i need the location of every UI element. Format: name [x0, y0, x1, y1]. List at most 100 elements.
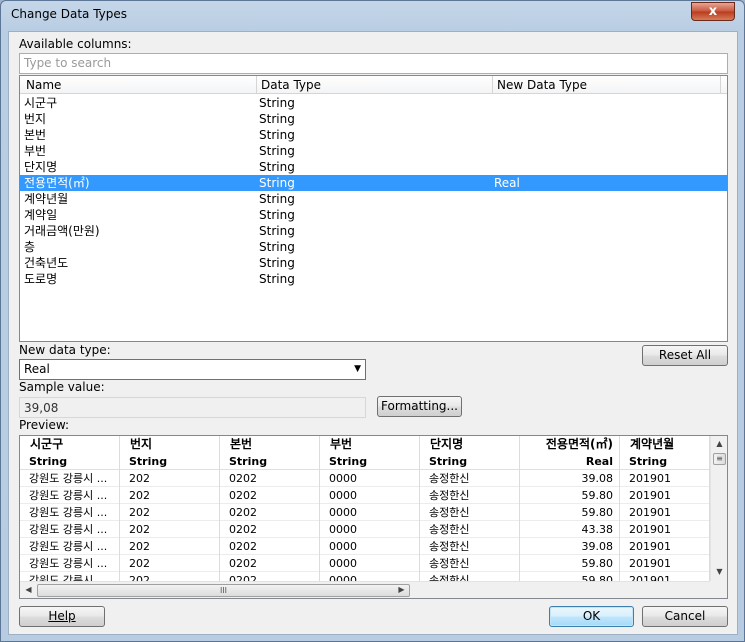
ok-button[interactable]: OK — [549, 606, 634, 627]
reset-all-button[interactable]: Reset All — [642, 345, 728, 366]
preview-cell: 59.80 — [520, 487, 620, 504]
window-title: Change Data Types — [11, 7, 128, 21]
column-row[interactable]: 층 String — [20, 239, 727, 255]
preview-header-cell[interactable]: 전용면적(㎡) — [520, 436, 620, 453]
column-row[interactable]: 계약일 String — [20, 207, 727, 223]
preview-cell: 202 — [120, 487, 220, 504]
column-row[interactable]: 단지명 String — [20, 159, 727, 175]
column-row[interactable]: 본번 String — [20, 127, 727, 143]
preview-cell: 201901 — [620, 538, 710, 555]
horizontal-scrollbar[interactable]: ◀ III ▶ — [20, 581, 710, 598]
column-row-type: String — [259, 192, 295, 206]
columns-list[interactable]: Name Data Type New Data Type 시군구 String 번지… — [19, 75, 728, 342]
preview-label: Preview: — [19, 418, 70, 432]
preview-cell: 201901 — [620, 504, 710, 521]
preview-cell: 0000 — [320, 504, 420, 521]
new-data-type-value: Real — [24, 362, 50, 376]
preview-cell: 0000 — [320, 538, 420, 555]
preview-cell: 39.08 — [520, 470, 620, 487]
header-name[interactable]: Name — [26, 78, 61, 94]
header-new-data-type[interactable]: New Data Type — [497, 78, 587, 94]
columns-header: Name Data Type New Data Type — [20, 76, 727, 94]
column-row-name: 시군구 — [24, 96, 58, 110]
column-row-type: String — [259, 240, 295, 254]
preview-row: 강원도 강릉시 ... 202 0202 0000 송정한신 39.08 201901 — [20, 538, 710, 555]
preview-cell: 0000 — [320, 470, 420, 487]
preview-cell: 201901 — [620, 555, 710, 572]
preview-header-cell[interactable]: 계약년월 — [620, 436, 710, 453]
preview-cell: 강원도 강릉시 ... — [20, 470, 120, 487]
preview-cell: 송정한신 — [420, 487, 520, 504]
header-data-type[interactable]: Data Type — [261, 78, 321, 94]
preview-cell: 0202 — [220, 521, 320, 538]
preview-cell: 강원도 강릉시 ... — [20, 538, 120, 555]
preview-cell: 0202 — [220, 538, 320, 555]
preview-cell: 0202 — [220, 504, 320, 521]
cancel-button[interactable]: Cancel — [642, 606, 728, 627]
preview-cell: 강원도 강릉시 ... — [20, 504, 120, 521]
chevron-down-icon: ▼ — [354, 364, 361, 374]
preview-cell: 0202 — [220, 555, 320, 572]
preview-header-cell[interactable]: 시군구 — [20, 436, 120, 453]
new-data-type-select[interactable]: Real ▼ — [19, 359, 366, 380]
column-row[interactable]: 계약년월 String — [20, 191, 727, 207]
preview-cell: 202 — [120, 504, 220, 521]
column-row[interactable]: 도로명 String — [20, 271, 727, 287]
search-input[interactable]: Type to search — [19, 53, 728, 74]
column-row-type: String — [259, 256, 295, 270]
preview-header-cell[interactable]: 번지 — [120, 436, 220, 453]
title-bar[interactable]: Change Data Types x — [1, 1, 744, 31]
preview-type-cell: String — [620, 453, 710, 470]
column-row-name: 계약일 — [24, 208, 58, 222]
column-row-type: String — [259, 208, 295, 222]
column-row[interactable]: 시군구 String — [20, 95, 727, 111]
preview-header-cell[interactable]: 부번 — [320, 436, 420, 453]
scroll-left-icon[interactable]: ◀ — [20, 585, 37, 594]
help-button[interactable]: Help — [19, 606, 105, 627]
preview-cell: 0202 — [220, 470, 320, 487]
preview-type-cell: Real — [520, 453, 620, 470]
column-row-type: String — [259, 160, 295, 174]
dialog-body: Available columns: Type to search Name D… — [8, 31, 738, 635]
preview-header-cell[interactable]: 단지명 — [420, 436, 520, 453]
preview-cell: 0000 — [320, 487, 420, 504]
preview-type-cell: String — [220, 453, 320, 470]
change-data-types-dialog: Change Data Types x Available columns: T… — [0, 0, 745, 642]
preview-cell: 201901 — [620, 521, 710, 538]
preview-cell: 강원도 강릉시 ... — [20, 555, 120, 572]
vertical-scroll-thumb[interactable]: ≡ — [713, 453, 726, 465]
preview-cell: 202 — [120, 538, 220, 555]
scroll-up-icon[interactable]: ▲ — [711, 439, 727, 448]
preview-cell: 201901 — [620, 470, 710, 487]
preview-header-cell[interactable]: 본번 — [220, 436, 320, 453]
column-row[interactable]: 부번 String — [20, 143, 727, 159]
preview-type-cell: String — [20, 453, 120, 470]
column-row-type: String — [259, 224, 295, 238]
vertical-scrollbar[interactable]: ▲ ≡ ▼ — [710, 436, 727, 581]
preview-type-row: String String String String String Real String — [20, 453, 710, 470]
scroll-down-icon[interactable]: ▼ — [711, 567, 727, 576]
preview-grid[interactable]: 시군구 번지 본번 부번 단지명 전용면적(㎡) 계약년월 String String Strin… — [19, 435, 728, 599]
column-row-type: String — [259, 176, 295, 190]
scroll-right-icon[interactable]: ▶ — [393, 585, 410, 594]
column-row[interactable]: 거래금액(만원) String — [20, 223, 727, 239]
preview-row: 강원도 강릉시 ...20202020000송정한신59.80201901 — [20, 487, 710, 504]
column-row[interactable]: 건축년도 String — [20, 255, 727, 271]
horizontal-scroll-thumb[interactable]: III — [37, 584, 410, 597]
preview-type-cell: String — [320, 453, 420, 470]
close-button[interactable]: x — [691, 2, 735, 21]
column-row-type: String — [259, 128, 295, 142]
preview-cell: 송정한신 — [420, 538, 520, 555]
preview-row: 강원도 강릉시 ...20202020000송정한신59.80201901 — [20, 555, 710, 572]
column-row-name: 본번 — [24, 128, 47, 142]
preview-cell: 43.38 — [520, 521, 620, 538]
sample-value-field: 39,08 — [19, 397, 366, 418]
formatting-button[interactable]: Formatting... — [377, 396, 462, 417]
preview-cell: 0202 — [220, 487, 320, 504]
column-row[interactable]: 번지 String — [20, 111, 727, 127]
preview-cell: 0000 — [320, 521, 420, 538]
preview-cell: 202 — [120, 555, 220, 572]
column-row-name: 거래금액(만원) — [24, 224, 100, 238]
column-row-type: String — [259, 112, 295, 126]
column-row[interactable]: 전용면적(㎡) String Real — [20, 175, 727, 191]
